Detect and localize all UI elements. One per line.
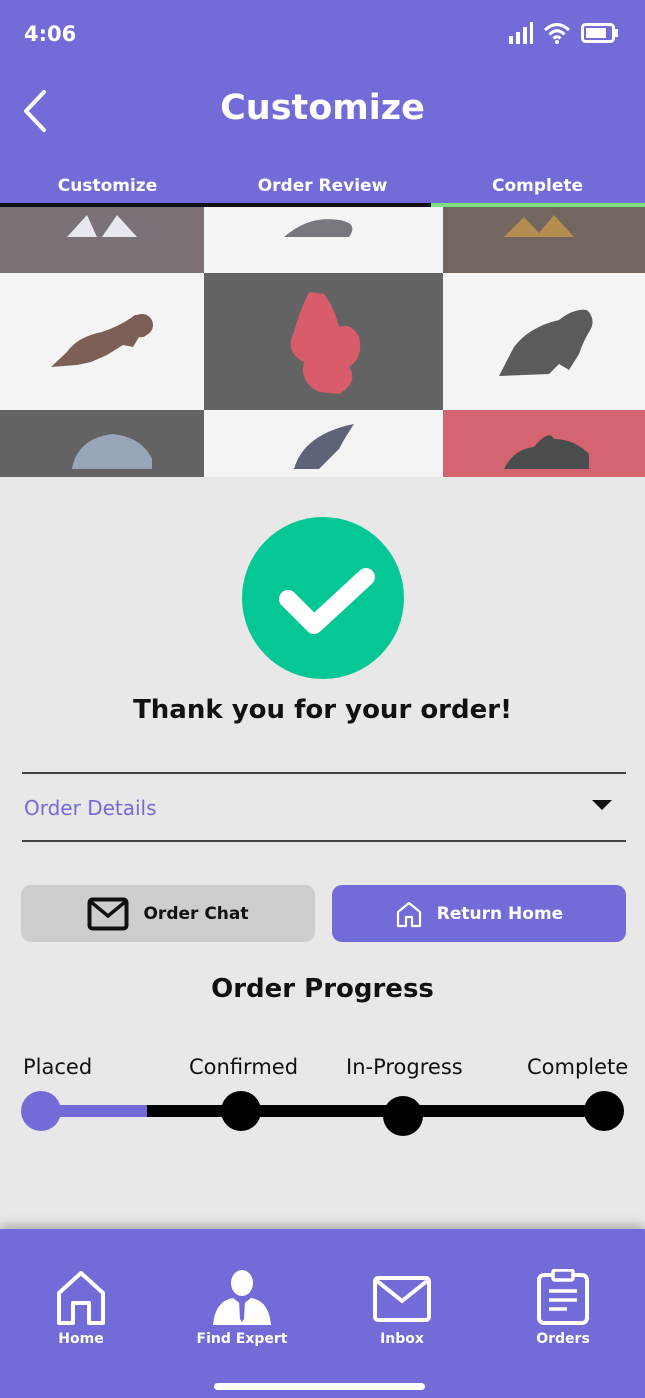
- order-chat-label: Order Chat: [143, 903, 249, 924]
- tile-shape: [283, 219, 352, 237]
- tab-label: Customize: [57, 176, 158, 196]
- progress-dot-complete: [584, 1091, 624, 1131]
- return-home-label: Return Home: [436, 903, 564, 924]
- tab-label: Order Review: [257, 176, 388, 196]
- tile-shape: [67, 215, 137, 237]
- stage-label-placed: Placed: [23, 1055, 93, 1079]
- stage-label-complete: Complete: [527, 1055, 629, 1079]
- ram-icon: [51, 313, 153, 367]
- order-details-label: Order Details: [24, 796, 157, 820]
- wifi-icon: [543, 23, 571, 44]
- progress-dot-confirmed: [221, 1091, 261, 1131]
- progress-dot-in-progress: [383, 1096, 423, 1136]
- expert-icon: [213, 1270, 271, 1325]
- bear-icon: [499, 309, 593, 376]
- tab-label: Complete: [491, 176, 584, 196]
- tile-shape: [51, 314, 151, 367]
- stage-label-confirmed: Confirmed: [189, 1055, 299, 1079]
- status-time: 4:06: [24, 22, 77, 46]
- gallery-tile[interactable]: [443, 273, 645, 410]
- mail-icon: [87, 897, 129, 930]
- return-home-button[interactable]: Return Home: [332, 885, 626, 942]
- gallery-tile[interactable]: [443, 410, 645, 477]
- tile-shape: [290, 291, 360, 394]
- nav-item-find-expert[interactable]: Find Expert: [182, 1269, 302, 1347]
- gallery-tile[interactable]: [0, 410, 204, 477]
- caret-down-icon: [592, 800, 612, 810]
- home-indicator: [214, 1383, 425, 1390]
- gallery-tile[interactable]: [0, 207, 204, 273]
- nav-item-orders[interactable]: Orders: [503, 1268, 623, 1347]
- stage-label-in-progress: In-Progress: [346, 1055, 463, 1079]
- gallery-tile[interactable]: [204, 273, 443, 410]
- dragon-icon: [290, 291, 360, 394]
- tile-shape: [504, 215, 574, 237]
- status-icons: [509, 22, 619, 44]
- nav-item-inbox[interactable]: Inbox: [342, 1269, 462, 1347]
- wing-icon: [293, 423, 354, 469]
- logo-gallery: [0, 207, 645, 477]
- app-header: 4:06 Customize Customize Order Review Co…: [0, 0, 645, 207]
- battery-icon: [581, 23, 618, 43]
- tile-shape: [504, 434, 589, 469]
- success-check-icon: [242, 517, 404, 679]
- tile-shape: [293, 423, 354, 469]
- gallery-tile[interactable]: [204, 410, 443, 477]
- progress-dot-placed: [21, 1091, 61, 1131]
- tile-shape: [72, 433, 152, 469]
- order-progress-title: Order Progress: [211, 974, 434, 1004]
- mail-icon: [373, 1276, 431, 1322]
- page-title: Customize: [220, 88, 425, 128]
- animal-icon: [283, 219, 352, 237]
- gallery-tile[interactable]: [443, 207, 645, 273]
- tile-shape: [499, 309, 593, 376]
- figure-icon: [67, 215, 137, 237]
- nav-label: Home: [58, 1331, 104, 1347]
- gallery-tile[interactable]: [204, 207, 443, 273]
- nav-label: Orders: [536, 1331, 590, 1347]
- nav-label: Find Expert: [196, 1331, 288, 1347]
- nav-item-home[interactable]: Home: [21, 1269, 141, 1347]
- nav-label: Inbox: [380, 1331, 424, 1347]
- home-icon: [396, 901, 421, 927]
- gallery-tile[interactable]: [0, 273, 204, 410]
- animal-icon: [504, 215, 574, 237]
- clipboard-icon: [537, 1268, 589, 1325]
- thank-you-message: Thank you for your order!: [133, 695, 512, 725]
- bottom-navigation: Home Find Expert Inbox Orders: [0, 1229, 645, 1398]
- rhino-icon: [72, 433, 152, 469]
- home-icon: [57, 1271, 105, 1325]
- order-details-dropdown[interactable]: Order Details: [22, 772, 626, 842]
- order-chat-button[interactable]: Order Chat: [21, 885, 315, 942]
- signal-icon: [509, 22, 533, 44]
- bull-icon: [504, 434, 589, 469]
